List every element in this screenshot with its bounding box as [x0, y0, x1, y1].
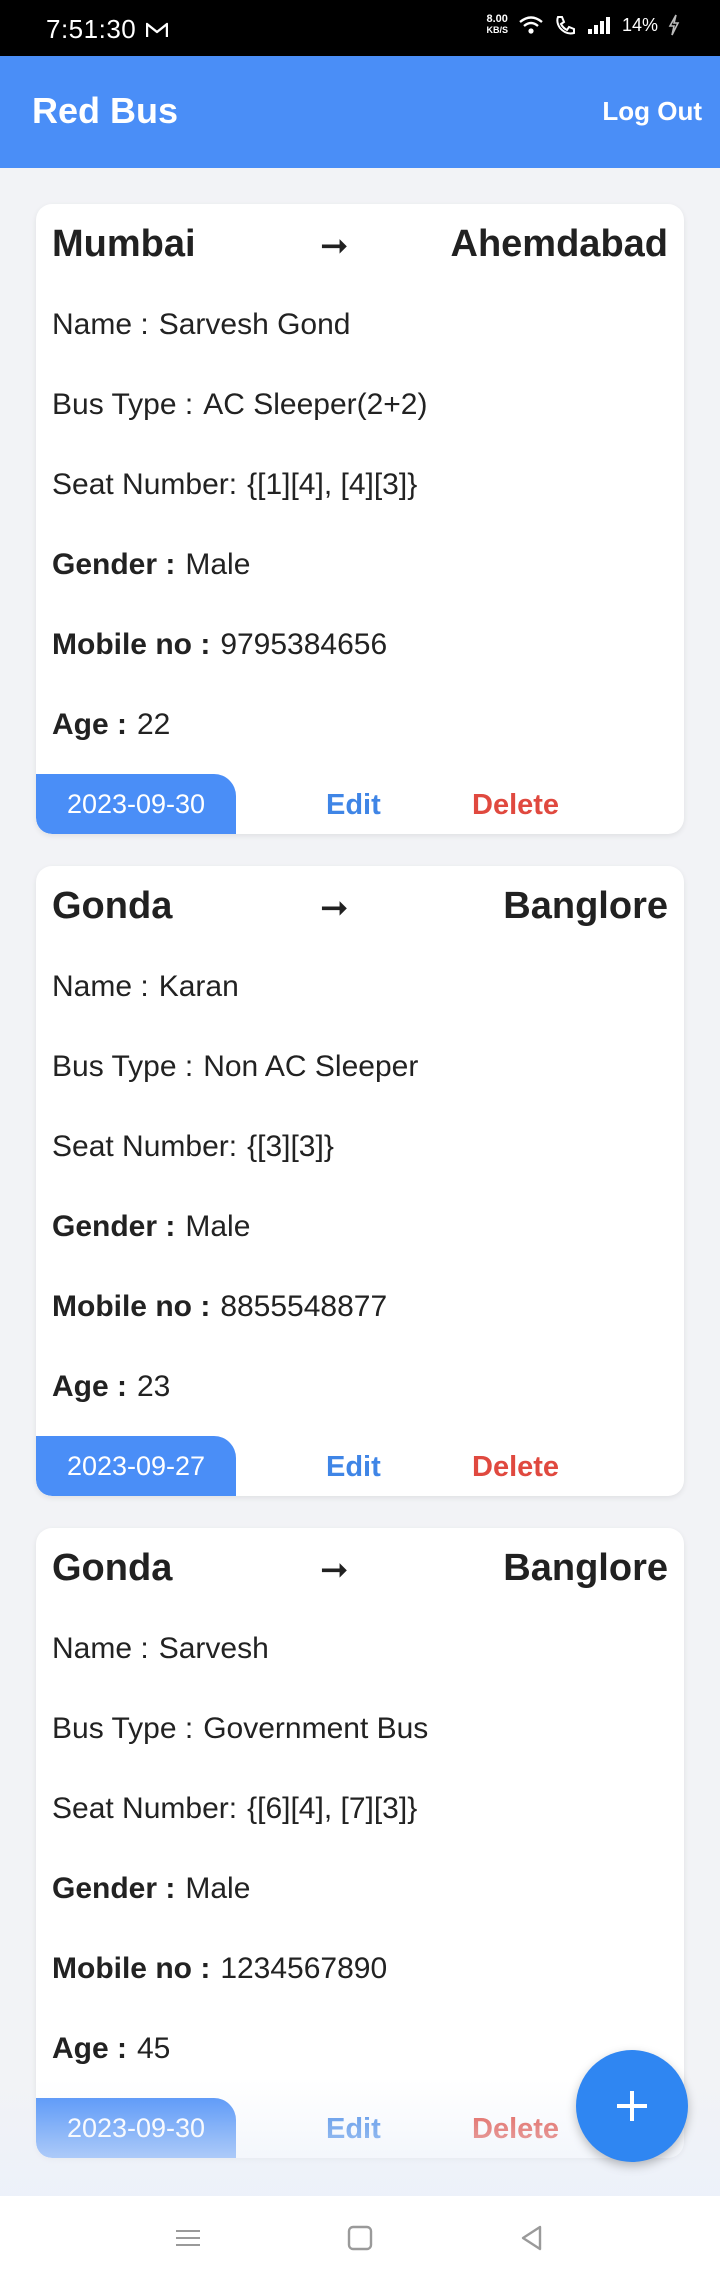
- age-field: Age : 23: [52, 1370, 170, 1404]
- arrow-right-icon: ➞: [320, 889, 349, 927]
- gender-value: Male: [185, 548, 251, 581]
- bus-type-field: Bus Type : AC Sleeper(2+2): [52, 388, 428, 422]
- gender-field: Gender : Male: [52, 548, 250, 582]
- plus-icon: [617, 2091, 647, 2121]
- mobile-value: 8855548877: [220, 1290, 388, 1323]
- gender-label: Gender :: [52, 1210, 176, 1243]
- route-from: Gonda: [52, 884, 173, 927]
- edit-button[interactable]: Edit: [326, 1451, 381, 1484]
- age-value: 23: [137, 1370, 171, 1403]
- age-field: Age : 45: [52, 2032, 170, 2066]
- route-to: Banglore: [503, 884, 668, 927]
- route-from: Gonda: [52, 1546, 173, 1589]
- booking-card: Gonda ➞ Banglore Name : Sarvesh Bus Type …: [36, 1528, 684, 2158]
- system-nav-bar: [0, 2196, 720, 2280]
- bus-type-value: Non AC Sleeper: [203, 1050, 419, 1083]
- gender-label: Gender :: [52, 548, 176, 581]
- mail-icon: [146, 22, 168, 37]
- seat-number-label: Seat Number:: [52, 1130, 238, 1163]
- age-value: 45: [137, 2032, 171, 2065]
- speed-value: 8.00: [486, 13, 508, 25]
- add-booking-button[interactable]: [576, 2050, 688, 2162]
- route-row: Mumbai ➞ Ahemdabad: [52, 218, 668, 270]
- mobile-field: Mobile no : 1234567890: [52, 1952, 387, 1986]
- route-to: Banglore: [503, 1546, 668, 1589]
- booking-card: Mumbai ➞ Ahemdabad Name : Sarvesh Gond Bu…: [36, 204, 684, 834]
- mobile-value: 9795384656: [220, 628, 388, 661]
- bus-type-label: Bus Type :: [52, 1050, 194, 1083]
- mobile-field: Mobile no : 9795384656: [52, 628, 387, 662]
- age-label: Age :: [52, 1370, 127, 1403]
- seat-number-field: Seat Number: {[6][4], [7][3]}: [52, 1792, 417, 1826]
- logout-button[interactable]: Log Out: [602, 96, 702, 127]
- name-label: Name :: [52, 970, 149, 1003]
- mobile-label: Mobile no :: [52, 628, 211, 661]
- status-icons: 8.00 KB/S 14%: [486, 14, 680, 36]
- seat-number-value: {[6][4], [7][3]}: [247, 1792, 418, 1825]
- gender-value: Male: [185, 1210, 251, 1243]
- route-from: Mumbai: [52, 222, 196, 265]
- app-bar: Red Bus Log Out: [0, 56, 720, 168]
- status-bar: 7:51:30 8.00 KB/S 14%: [0, 0, 720, 56]
- name-value: Sarvesh: [158, 1632, 269, 1665]
- seat-number-label: Seat Number:: [52, 468, 238, 501]
- delete-button[interactable]: Delete: [472, 1451, 559, 1484]
- bus-type-label: Bus Type :: [52, 388, 194, 421]
- bus-type-field: Bus Type : Non AC Sleeper: [52, 1050, 418, 1084]
- menu-icon[interactable]: [168, 2218, 208, 2258]
- gender-field: Gender : Male: [52, 1210, 250, 1244]
- call-icon: [556, 16, 575, 35]
- route-to: Ahemdabad: [450, 222, 668, 265]
- age-label: Age :: [52, 708, 127, 741]
- route-row: Gonda ➞ Banglore: [52, 1542, 668, 1594]
- mobile-field: Mobile no : 8855548877: [52, 1290, 387, 1324]
- date-badge: 2023-09-27: [36, 1436, 236, 1496]
- app-title: Red Bus: [32, 90, 179, 131]
- age-field: Age : 22: [52, 708, 170, 742]
- back-triangle-icon[interactable]: [512, 2218, 552, 2258]
- arrow-right-icon: ➞: [320, 1551, 349, 1589]
- battery-charging-icon: [668, 14, 680, 36]
- seat-number-field: Seat Number: {[3][3]}: [52, 1130, 334, 1164]
- date-badge: 2023-09-30: [36, 774, 236, 834]
- seat-number-value: {[1][4], [4][3]}: [247, 468, 418, 501]
- gender-value: Male: [185, 1872, 251, 1905]
- bus-type-label: Bus Type :: [52, 1712, 194, 1745]
- edit-button[interactable]: Edit: [326, 789, 381, 822]
- name-value: Karan: [158, 970, 239, 1003]
- name-field: Name : Sarvesh Gond: [52, 308, 350, 342]
- name-value: Sarvesh Gond: [158, 308, 351, 341]
- battery-level: 14%: [621, 14, 658, 35]
- network-speed: 8.00 KB/S: [486, 14, 508, 36]
- age-label: Age :: [52, 2032, 127, 2065]
- mobile-label: Mobile no :: [52, 1290, 211, 1323]
- age-value: 22: [137, 708, 171, 741]
- arrow-right-icon: ➞: [320, 227, 349, 265]
- wifi-icon: [519, 16, 543, 34]
- route-row: Gonda ➞ Banglore: [52, 880, 668, 932]
- booking-card: Gonda ➞ Banglore Name : Karan Bus Type : N…: [36, 866, 684, 1496]
- mobile-value: 1234567890: [220, 1952, 388, 1985]
- name-label: Name :: [52, 1632, 149, 1665]
- mobile-label: Mobile no :: [52, 1952, 211, 1985]
- seat-number-label: Seat Number:: [52, 1792, 238, 1825]
- bus-type-value: AC Sleeper(2+2): [203, 388, 428, 421]
- seat-number-value: {[3][3]}: [247, 1130, 334, 1163]
- home-square-icon[interactable]: [340, 2218, 380, 2258]
- gender-label: Gender :: [52, 1872, 176, 1905]
- name-label: Name :: [52, 308, 149, 341]
- delete-button[interactable]: Delete: [472, 789, 559, 822]
- speed-unit: KB/S: [486, 25, 508, 35]
- signal-icon: [587, 17, 610, 34]
- gender-field: Gender : Male: [52, 1872, 250, 1906]
- bus-type-value: Government Bus: [203, 1712, 429, 1745]
- bus-type-field: Bus Type : Government Bus: [52, 1712, 428, 1746]
- name-field: Name : Sarvesh: [52, 1632, 269, 1666]
- name-field: Name : Karan: [52, 970, 239, 1004]
- status-time: 7:51:30: [46, 14, 137, 44]
- seat-number-field: Seat Number: {[1][4], [4][3]}: [52, 468, 417, 502]
